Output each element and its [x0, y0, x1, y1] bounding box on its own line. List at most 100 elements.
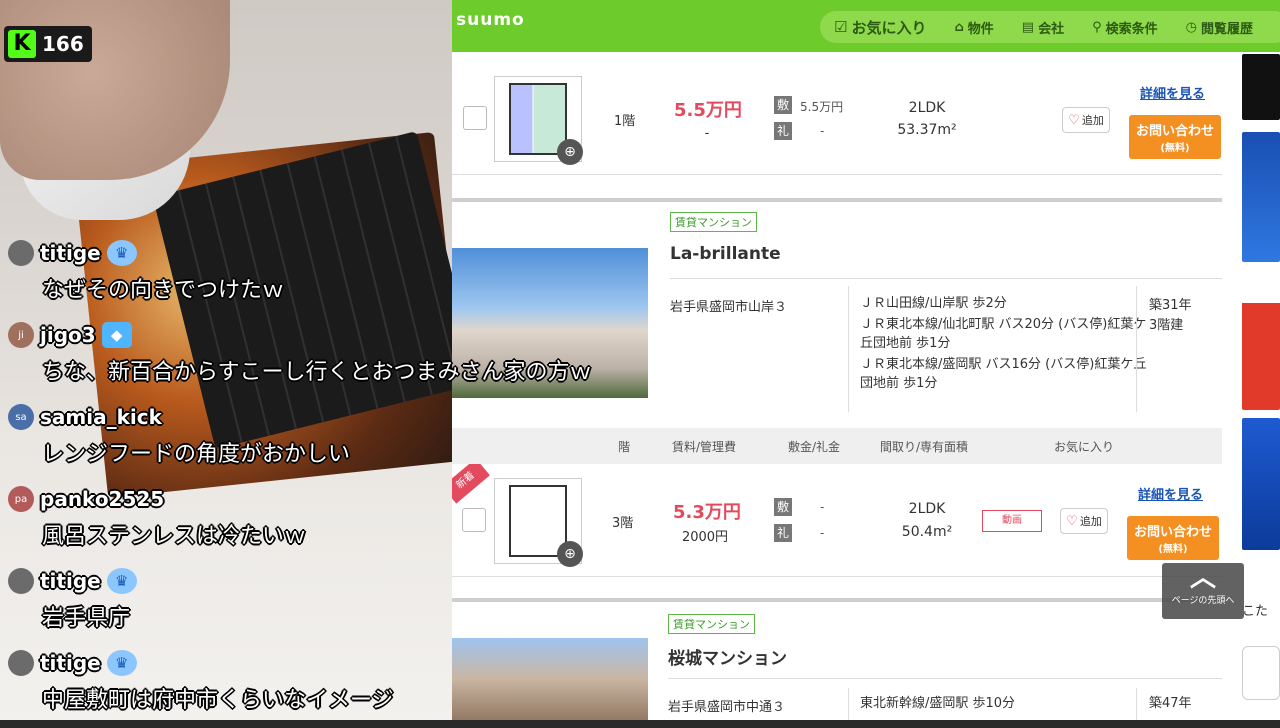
chat-message-text: なぜその向きでつけたｗ	[42, 278, 285, 303]
listing-area: 53.37m²	[897, 122, 957, 138]
nav-history[interactable]: ◷ 閲覧履歴	[1172, 18, 1267, 37]
chat-user: titige ♛	[8, 236, 137, 270]
cube-badge-icon: ◆	[101, 322, 132, 348]
th-favorite: お気に入り	[1054, 440, 1115, 454]
detail-link[interactable]: 詳細を見る	[1138, 484, 1203, 503]
property-type-label: 賃貸マンション	[670, 212, 757, 232]
chat-message-text: 風呂ステンレスは冷たいｗ	[42, 524, 307, 549]
chat-message-text: 岩手県庁	[42, 606, 131, 631]
building-name[interactable]: 桜城マンション	[668, 644, 787, 669]
access-line: 東北新幹線/盛岡駅 歩10分	[860, 696, 1016, 711]
side-ad[interactable]	[1242, 418, 1280, 550]
access-line: ＪＲ山田線/山岸駅 歩2分	[860, 296, 1007, 311]
side-widget[interactable]	[1242, 646, 1280, 700]
nav-favorites-label: お気に入り	[851, 18, 927, 37]
heart-icon: ♡	[1066, 513, 1078, 529]
avatar[interactable]	[8, 240, 34, 266]
chat-username[interactable]: samia_kick	[40, 405, 162, 429]
crown-badge-icon: ♛	[106, 568, 137, 594]
zoom-icon[interactable]: ⊕	[557, 139, 583, 165]
back-to-top-label: ページの先頭へ	[1171, 596, 1235, 606]
th-deposit: 敷金/礼金	[788, 440, 841, 454]
avatar[interactable]: ji	[8, 322, 34, 348]
floorplan-thumbnail[interactable]: ⊕	[494, 76, 583, 165]
nav-search-label: 検索条件	[1105, 21, 1158, 37]
contact-button[interactable]: お問い合わせ (無料)	[1127, 516, 1219, 560]
listing-rent: 5.5万円	[674, 100, 742, 121]
header-nav: ☑ お気に入り ⌂ 物件 ▤ 会社 ⚲ 検索条件 ◷ 閲覧履歴	[820, 11, 1280, 43]
back-to-top-button[interactable]: ︿ ページの先頭へ	[1162, 563, 1244, 619]
divider	[670, 278, 1222, 279]
chevron-up-icon: ︿	[1189, 563, 1216, 593]
listing-row: ⊕ 1階 5.5万円 - 敷 5.5万円 礼 - 2LDK 53.37m² ♡ …	[452, 52, 1222, 192]
listing-checkbox[interactable]	[463, 106, 487, 130]
chat-message-text: ちな、新百合からすこーし行くとおつまみさん家の方ｗ	[42, 360, 592, 385]
kick-logo-icon: K	[8, 30, 36, 58]
chat-user: sa samia_kick	[8, 400, 162, 434]
heart-icon: ♡	[1068, 112, 1080, 128]
avatar[interactable]: pa	[8, 486, 34, 512]
site-header: suumo ☑ お気に入り ⌂ 物件 ▤ 会社 ⚲ 検索条件 ◷ 閲覧履歴	[452, 0, 1280, 52]
add-favorite-button[interactable]: ♡ 追加	[1060, 508, 1108, 534]
chat-user: ji jigo3 ◆	[8, 318, 132, 352]
building-name[interactable]: La-brillante	[670, 244, 781, 264]
listing-rent: 5.3万円	[673, 502, 741, 523]
add-favorite-label: 追加	[1079, 515, 1102, 528]
nav-companies[interactable]: ▤ 会社	[1008, 18, 1078, 37]
th-layout: 間取り/専有面積	[880, 440, 969, 454]
nav-companies-label: 会社	[1038, 21, 1065, 37]
chat-message-text: レンジフードの角度がおかしい	[42, 442, 351, 467]
listing-layout: 2LDK	[908, 501, 946, 517]
chat-message: titige ♛ 岩手県庁	[0, 564, 680, 646]
building-address: 岩手県盛岡市山岸３	[670, 300, 788, 315]
divider	[668, 678, 1222, 679]
side-ads: こた	[1240, 52, 1280, 720]
contact-free-label: (無料)	[1158, 544, 1188, 555]
chat-username[interactable]: panko2525	[40, 487, 164, 511]
add-favorite-button[interactable]: ♡ 追加	[1062, 107, 1110, 133]
listing-floor: 1階	[614, 114, 636, 129]
chat-username[interactable]: titige	[40, 241, 101, 265]
access-line: ＪＲ東北本線/盛岡駅 バス16分 (バス停)紅葉ケ丘団地前 歩1分	[860, 357, 1147, 391]
building-address: 岩手県盛岡市中通３	[668, 700, 786, 715]
viewer-count: 166	[42, 32, 84, 56]
listing-management-fee: -	[704, 126, 710, 141]
nav-search-conditions[interactable]: ⚲ 検索条件	[1078, 18, 1172, 37]
key-money-value: -	[820, 124, 825, 138]
home-icon: ⌂	[954, 19, 964, 35]
suumo-logo[interactable]: suumo	[456, 10, 525, 30]
divider	[452, 174, 1222, 175]
deposit-value: 5.5万円	[800, 100, 844, 114]
crown-badge-icon: ♛	[106, 240, 137, 266]
chat-user: pa panko2525	[8, 482, 164, 516]
nav-history-label: 閲覧履歴	[1201, 21, 1254, 37]
chat-message: pa panko2525 風呂ステンレスは冷たいｗ	[0, 482, 680, 564]
chat-message: sa samia_kick レンジフードの角度がおかしい	[0, 400, 680, 482]
building-age: 築47年	[1149, 696, 1192, 711]
chat-username[interactable]: titige	[40, 569, 101, 593]
video-badge[interactable]: 動画	[982, 510, 1042, 532]
key-money-label: 礼	[774, 524, 792, 542]
contact-label: お問い合わせ	[1135, 124, 1214, 139]
avatar[interactable]	[8, 650, 34, 676]
chat-username[interactable]: jigo3	[40, 323, 96, 347]
avatar[interactable]: sa	[8, 404, 34, 430]
side-ad[interactable]	[1242, 276, 1280, 410]
side-ad[interactable]	[1242, 54, 1280, 120]
contact-free-label: (無料)	[1160, 143, 1190, 154]
building-stories: 3階建	[1149, 318, 1184, 333]
nav-properties[interactable]: ⌂ 物件	[940, 18, 1007, 37]
chat-message: titige ♛ なぜその向きでつけたｗ	[0, 236, 680, 318]
nav-favorites[interactable]: ☑ お気に入り	[820, 17, 940, 38]
avatar[interactable]	[8, 568, 34, 594]
side-ad[interactable]	[1242, 132, 1280, 262]
chat-overlay: titige ♛ なぜその向きでつけたｗ ji jigo3 ◆ ちな、新百合からすこーし行く…	[0, 236, 680, 728]
contact-button[interactable]: お問い合わせ (無料)	[1129, 115, 1221, 159]
key-money-value: -	[820, 526, 825, 540]
detail-link[interactable]: 詳細を見る	[1140, 83, 1205, 102]
nav-properties-label: 物件	[967, 21, 994, 37]
contact-label: お問い合わせ	[1133, 525, 1212, 540]
chat-username[interactable]: titige	[40, 651, 101, 675]
divider	[1136, 286, 1137, 412]
chat-message-text: 中屋敷町は府中市くらいなイメージ	[42, 688, 394, 713]
